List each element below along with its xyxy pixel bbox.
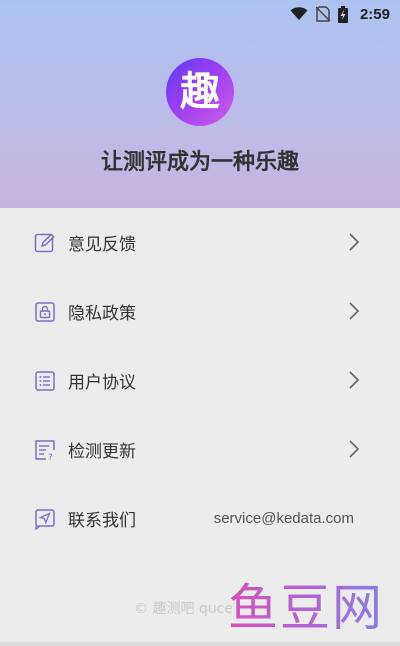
wifi-icon — [290, 7, 308, 20]
send-icon — [35, 508, 55, 530]
chevron-right-icon — [349, 302, 360, 320]
status-time: 2:59 — [359, 5, 390, 23]
logo-char: 趣 — [180, 69, 220, 115]
slogan: 让测评成为一种乐趣 — [100, 150, 299, 175]
menu-item-label: 用户协议 — [68, 373, 136, 393]
menu-item-privacy-policy[interactable]: 隐私政策 — [0, 277, 400, 346]
lock-icon — [35, 301, 55, 322]
settings-menu: 意见反馈 隐私政策 用户协议 ? 检测更新 联系我们 service@kedat… — [0, 208, 400, 553]
svg-text:?: ? — [48, 453, 53, 461]
menu-item-label: 检测更新 — [68, 442, 136, 462]
copyright-text: © 趣测吧 quce — [134, 601, 233, 617]
watermark-text: 鱼豆网 — [228, 579, 384, 637]
update-check-icon: ? — [35, 439, 55, 461]
app-logo: 趣 — [166, 58, 234, 126]
menu-item-feedback[interactable]: 意见反馈 — [0, 208, 400, 277]
bottom-divider — [0, 642, 400, 646]
menu-item-contact-us[interactable]: 联系我们 service@kedata.com — [0, 484, 400, 553]
menu-item-label: 意见反馈 — [68, 235, 136, 255]
contact-email[interactable]: service@kedata.com — [214, 510, 354, 527]
status-bar: 2:59 — [0, 0, 400, 28]
chevron-right-icon — [349, 371, 360, 389]
menu-item-check-update[interactable]: ? 检测更新 — [0, 415, 400, 484]
chevron-right-icon — [349, 233, 360, 251]
no-sim-icon — [315, 6, 330, 22]
chevron-right-icon — [349, 440, 360, 458]
header-banner: 2:59 趣 让测评成为一种乐趣 — [0, 0, 400, 208]
battery-charging-icon — [337, 5, 348, 23]
menu-item-user-agreement[interactable]: 用户协议 — [0, 346, 400, 415]
menu-item-label: 隐私政策 — [68, 304, 136, 324]
edit-icon — [34, 232, 55, 252]
list-icon — [35, 370, 55, 391]
